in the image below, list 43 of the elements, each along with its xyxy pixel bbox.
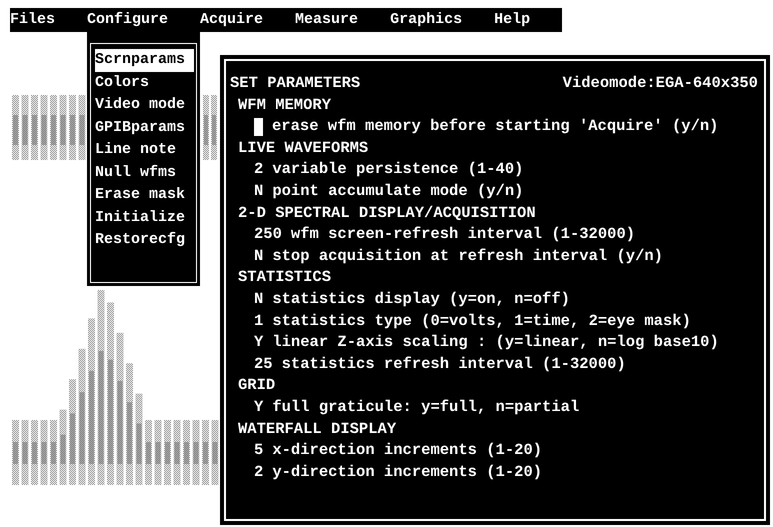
section-heading: 2-D SPECTRAL DISPLAY/ACQUISITION <box>238 204 536 222</box>
menu-item[interactable]: Help <box>494 8 562 32</box>
value-field[interactable]: 25 <box>254 354 273 376</box>
value-field[interactable]: 250 <box>254 224 282 246</box>
parameter-label: variable persistence (1-40) <box>272 159 524 180</box>
dropdown-item[interactable]: Initialize <box>95 206 194 229</box>
value-field[interactable]: 1 <box>254 310 264 332</box>
parameter-label: linear Z-axis scaling : (y=linear, n=log base10) <box>272 332 719 354</box>
parameter-label: stop acquisition at refresh interval (y/n) <box>272 246 663 267</box>
section-heading: LIVE WAVEFORMS <box>238 138 368 157</box>
dropdown-item[interactable]: Video mode <box>95 94 194 116</box>
section-heading: WATERFALL DISPLAY <box>238 420 396 438</box>
value-field[interactable]: N <box>254 246 264 268</box>
dropdown-item[interactable]: Restorecfg <box>95 229 194 252</box>
parameter-label: x-direction increments (1-20) <box>272 440 542 462</box>
value-field[interactable]: Y <box>254 332 264 354</box>
dropdown-item[interactable]: GPIBparams <box>95 116 194 139</box>
dropdown-item[interactable]: Line note <box>95 139 194 162</box>
dropdown-item[interactable]: Erase mask <box>95 184 194 206</box>
value-field[interactable] <box>254 118 263 136</box>
parameter-label: statistics refresh interval (1-32000) <box>282 354 626 375</box>
dropdown-item[interactable]: Null wfms <box>95 162 194 184</box>
parameter-label: wfm screen-refresh interval (1-32000) <box>290 224 636 246</box>
section-heading: WFM MEMORY <box>238 96 332 114</box>
value-field[interactable]: Y <box>254 396 264 418</box>
section-heading: GRID <box>238 376 276 394</box>
video-mode-label: Videomode:EGA-640x350 <box>562 73 758 94</box>
value-field[interactable]: N <box>254 288 264 311</box>
parameter-label: statistics display (y=on, n=off) <box>272 288 570 310</box>
dropdown-item[interactable]: Colors <box>95 72 194 94</box>
parameter-label: full graticule: y=full, n=partial <box>272 396 580 418</box>
value-field[interactable]: N <box>254 180 264 203</box>
value-field[interactable]: 2 <box>254 159 264 181</box>
section-heading: STATISTICS <box>238 268 332 286</box>
parameter-label: statistics type (0=volts, 1=time, 2=eye mask) <box>272 310 691 332</box>
parameter-label: erase wfm memory before starting 'Acquire' (y/n) <box>272 116 718 138</box>
waterfall-trace-drawing <box>203 95 217 160</box>
dialog-title: SET PARAMETERS <box>230 73 360 94</box>
value-field[interactable]: 5 <box>254 440 264 462</box>
dropdown-item[interactable]: Scrnparams <box>95 49 194 72</box>
parameter-label: point accumulate mode (y/n) <box>272 180 524 202</box>
parameter-label: y-direction increments (1-20) <box>272 462 542 483</box>
value-field[interactable]: 2 <box>254 462 264 484</box>
